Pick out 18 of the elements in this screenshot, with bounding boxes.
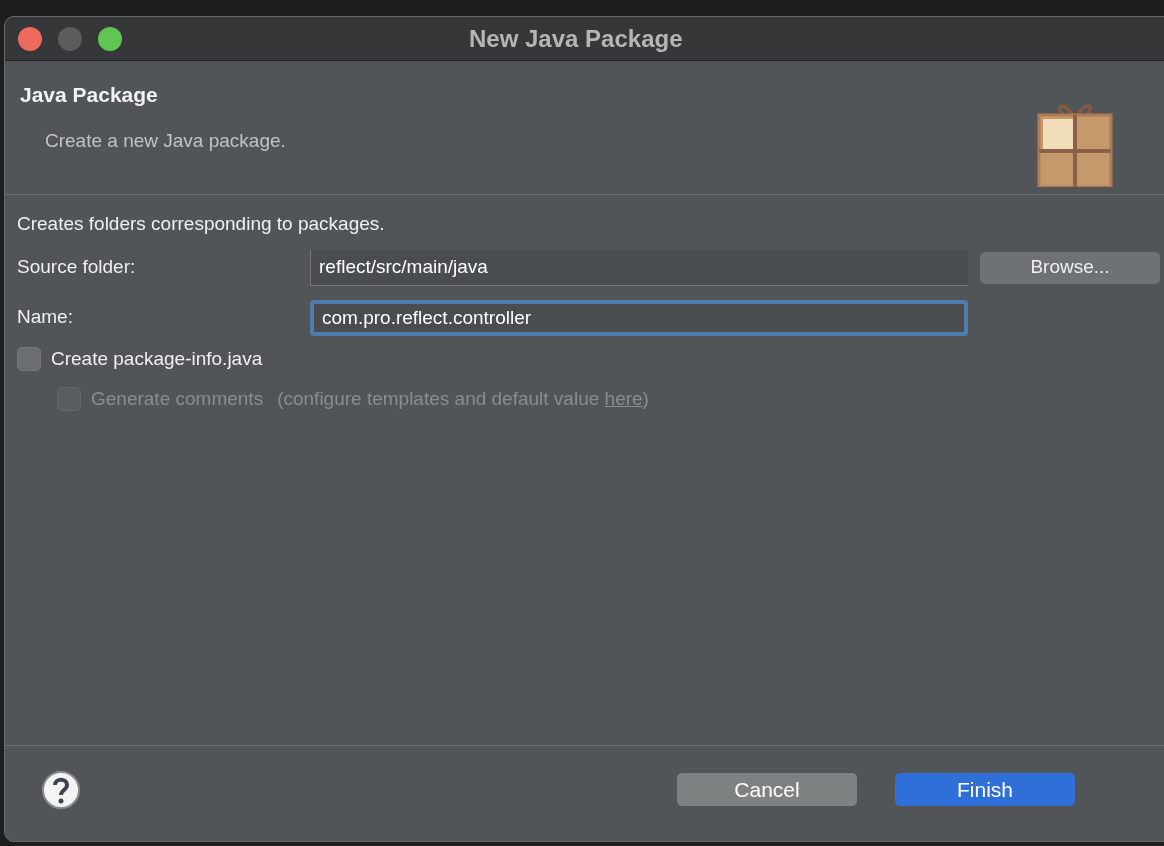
page-title: Java Package	[20, 82, 159, 108]
text-field[interactable]: reflect/src/main/java	[310, 249, 968, 286]
hint-text: (configure templates and default value here)	[277, 387, 649, 411]
browse-button[interactable]: Browse...	[980, 251, 1160, 284]
window-title: New Java Package	[469, 23, 683, 54]
maximize-button[interactable]	[98, 26, 122, 51]
cancel-button[interactable]: Cancel	[677, 773, 857, 806]
help-icon[interactable]	[41, 769, 81, 810]
finish-button[interactable]: Finish	[895, 773, 1075, 806]
close-button[interactable]	[18, 26, 42, 51]
page-description: Create a new Java package.	[44, 128, 286, 153]
checkbox-label: Create package-info.java	[51, 346, 263, 371]
checkbox[interactable]	[17, 346, 41, 371]
intro-text: Creates folders corresponding to packages.	[17, 212, 386, 236]
text-field[interactable]: com.pro.reflect.controller	[310, 299, 968, 336]
checkbox-label: Generate comments	[91, 387, 264, 411]
field-label: Source folder:	[17, 255, 137, 280]
field-label: Name:	[17, 305, 74, 330]
